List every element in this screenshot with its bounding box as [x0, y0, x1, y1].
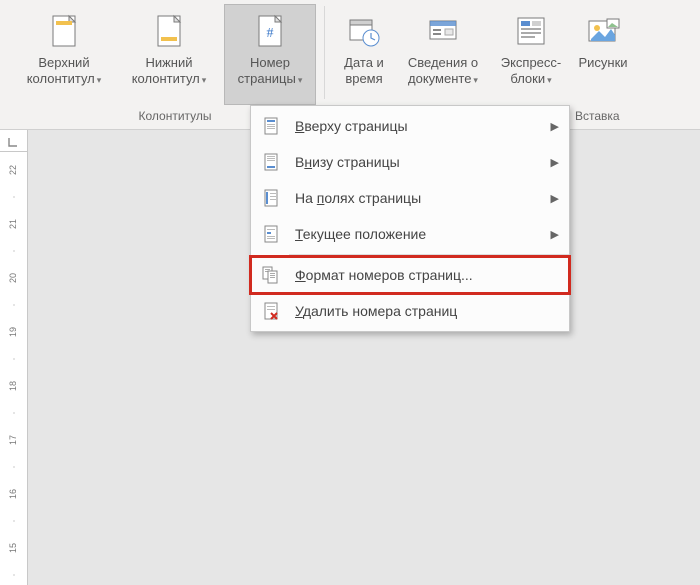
datetime-label-1: Дата и	[344, 55, 384, 70]
footer-label-1: Нижний	[145, 55, 192, 70]
ruler-tick: 19	[0, 327, 27, 337]
date-time-button[interactable]: Дата и время	[333, 4, 395, 105]
menu-item-bottom-of-page[interactable]: Внизу страницы ▶	[251, 144, 569, 180]
menu-label-remove: Удалить номера страниц	[295, 303, 559, 319]
ruler-minor-tick: ·	[0, 462, 27, 472]
ribbon-main: Верхний колонтитул▾ Нижний колонтитул▾ #	[0, 0, 700, 105]
ruler-tick: 22	[0, 165, 27, 175]
footer-button[interactable]: Нижний колонтитул▾	[116, 4, 222, 105]
menu-item-format-page-numbers[interactable]: Формат номеров страниц...	[251, 257, 569, 293]
pictures-button[interactable]: Рисунки	[573, 4, 633, 105]
page-footer-icon	[151, 13, 187, 49]
submenu-arrow-icon: ▶	[551, 156, 559, 169]
chevron-down-icon: ▾	[547, 75, 552, 85]
menu-label-current: Текущее положение	[295, 226, 543, 242]
format-numbers-icon	[261, 265, 281, 285]
ribbon-group-headers: Верхний колонтитул▾ Нижний колонтитул▾ #	[0, 0, 322, 105]
menu-label-margins: На полях страницы	[295, 190, 543, 206]
chevron-down-icon: ▾	[97, 75, 102, 85]
calendar-clock-icon	[346, 13, 382, 49]
vertical-ruler[interactable]: 22 · 21 · 20 · 19 · 18 · 17 · 16 · 15 ·	[0, 152, 28, 585]
docinfo-label-2: документе	[408, 71, 471, 86]
menu-label-format: Формат номеров страниц...	[295, 267, 559, 283]
header-label-1: Верхний	[38, 55, 89, 70]
document-info-button[interactable]: Сведения о документе▾	[397, 4, 489, 105]
group-caption-insert: Вставка	[575, 109, 665, 123]
menu-label-top: Вверху страницы	[295, 118, 543, 134]
pagenum-label-1: Номер	[250, 55, 290, 70]
document-info-icon	[425, 13, 461, 49]
ruler-minor-tick: ·	[0, 192, 27, 202]
ruler-minor-tick: ·	[0, 408, 27, 418]
ruler-tick: 17	[0, 435, 27, 445]
page-bottom-icon	[261, 152, 281, 172]
chevron-down-icon: ▾	[473, 75, 478, 85]
menu-item-top-of-page[interactable]: Вверху страницы ▶	[251, 108, 569, 144]
ribbon-separator	[324, 6, 325, 99]
page-number-icon: #	[252, 13, 288, 49]
picture-icon	[585, 13, 621, 49]
chevron-down-icon: ▾	[202, 75, 207, 85]
header-label-2: колонтитул	[27, 71, 95, 86]
menu-item-current-position[interactable]: Текущее положение ▶	[251, 216, 569, 252]
ruler-corner-icon	[0, 130, 28, 152]
chevron-down-icon: ▾	[298, 75, 303, 85]
pictures-label-1: Рисунки	[578, 55, 627, 70]
page-number-button[interactable]: # Номер страницы▾	[224, 4, 316, 105]
ruler-tick: 15	[0, 543, 27, 553]
menu-item-remove-page-numbers[interactable]: Удалить номера страниц	[251, 293, 569, 329]
page-number-menu: Вверху страницы ▶ Внизу страницы ▶ На по…	[250, 105, 570, 332]
quick-parts-icon	[513, 13, 549, 49]
header-button[interactable]: Верхний колонтитул▾	[14, 4, 114, 105]
page-header-icon	[46, 13, 82, 49]
datetime-label-2: время	[345, 71, 382, 86]
ruler-tick: 18	[0, 381, 27, 391]
ruler-minor-tick: ·	[0, 300, 27, 310]
page-margins-icon	[261, 188, 281, 208]
footer-label-2: колонтитул	[132, 71, 200, 86]
remove-numbers-icon	[261, 301, 281, 321]
ruler-minor-tick: ·	[0, 246, 27, 256]
quickparts-label-2: блоки	[510, 71, 545, 86]
pagenum-label-2: страницы	[238, 71, 296, 86]
current-position-icon	[261, 224, 281, 244]
page-top-icon	[261, 116, 281, 136]
submenu-arrow-icon: ▶	[551, 192, 559, 205]
ruler-minor-tick: ·	[0, 570, 27, 580]
docinfo-label-1: Сведения о	[408, 55, 478, 70]
ruler-minor-tick: ·	[0, 516, 27, 526]
menu-item-page-margins[interactable]: На полях страницы ▶	[251, 180, 569, 216]
submenu-arrow-icon: ▶	[551, 228, 559, 241]
ruler-tick: 20	[0, 273, 27, 283]
quickparts-label-1: Экспресс-	[501, 55, 562, 70]
ruler-tick: 16	[0, 489, 27, 499]
menu-label-bottom: Внизу страницы	[295, 154, 543, 170]
svg-text:#: #	[267, 26, 274, 41]
submenu-arrow-icon: ▶	[551, 120, 559, 133]
quick-parts-button[interactable]: Экспресс- блоки▾	[491, 4, 571, 105]
ruler-tick: 21	[0, 219, 27, 229]
ribbon-group-insert: Дата и время Сведения о документе▾	[327, 0, 639, 105]
ruler-minor-tick: ·	[0, 354, 27, 364]
menu-separator	[289, 254, 569, 255]
